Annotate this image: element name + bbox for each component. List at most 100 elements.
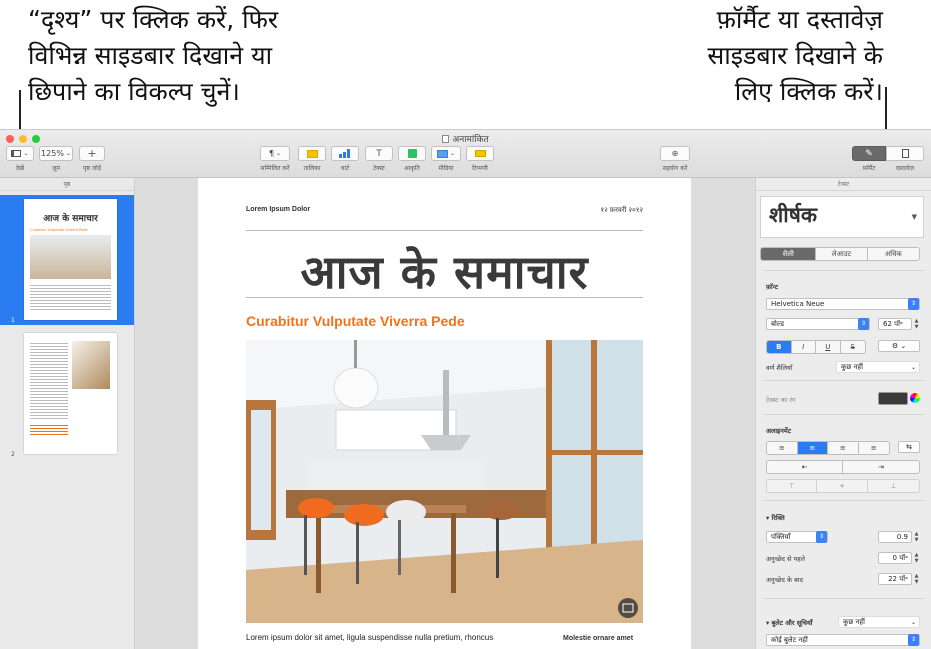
font-family-value: Helvetica Neue: [771, 300, 825, 308]
chevron-down-icon: ⌄: [65, 150, 71, 157]
add-page-control[interactable]: + पृष्ठ जोड़ें: [78, 146, 106, 172]
table-control[interactable]: तालिका: [297, 146, 327, 172]
color-wheel-icon[interactable]: [910, 393, 920, 403]
align-top-button[interactable]: ⊤: [767, 480, 818, 492]
increase-indent-button[interactable]: ⇥: [843, 461, 919, 473]
spacing-value-field[interactable]: 0.9: [878, 531, 912, 543]
comment-control[interactable]: टिप्पणी: [465, 146, 495, 172]
collaborate-control[interactable]: ⊕ सहयोग करें: [658, 146, 692, 172]
text-direction-icon: ⇆: [906, 443, 912, 451]
tab-style[interactable]: शैली: [761, 248, 817, 260]
comment-button[interactable]: [466, 146, 494, 161]
text-control[interactable]: T टेक्स्ट: [364, 146, 394, 172]
shape-control[interactable]: आकृति: [397, 146, 427, 172]
font-family-select[interactable]: Helvetica Neue ⇕: [766, 298, 920, 310]
text-button[interactable]: T: [365, 146, 393, 161]
view-button[interactable]: ⌄: [6, 146, 34, 161]
gear-icon: ⚙ ⌄: [891, 342, 907, 350]
spacing-section-label[interactable]: ▾ रिक्ति: [766, 513, 785, 522]
before-paragraph-stepper[interactable]: ▲ ▼: [913, 552, 920, 564]
thumb-photo: [30, 235, 111, 279]
page-header-left[interactable]: Lorem Ipsum Dolor: [246, 206, 310, 213]
paragraph-style-name: शीर्षक: [769, 203, 817, 227]
kitchen-photo[interactable]: [246, 340, 643, 623]
document-subtitle[interactable]: Curabitur Vulputate Viverra Pede: [246, 313, 465, 329]
media-control[interactable]: ⌄ मीडिया: [430, 146, 462, 172]
indent-buttons: ⇤ ⇥: [766, 460, 920, 474]
media-button[interactable]: ⌄: [431, 146, 461, 161]
document-body-text[interactable]: Lorem ipsum dolor sit amet, ligula suspe…: [246, 633, 493, 642]
before-paragraph-field[interactable]: 0 पॉ॰: [878, 552, 912, 564]
format-callout: फ़ॉर्मैट या दस्तावेज़ साइडबार दिखाने के …: [643, 2, 883, 110]
align-middle-button[interactable]: +: [817, 480, 868, 492]
font-size-value: 62 पॉ॰: [883, 320, 903, 328]
divider: [764, 598, 924, 599]
bullet-type-select[interactable]: कोई बुलेट नहीं ⇕: [766, 634, 920, 646]
before-paragraph-label: अनुच्छेद से पहले: [766, 555, 806, 563]
zoom-control[interactable]: 125% ⌄ ज़ूम: [39, 146, 73, 172]
page-thumbnail-1[interactable]: आज के समाचार Curabitur Vulputate Viverra…: [24, 199, 117, 320]
page-thumbnail-2[interactable]: [24, 333, 117, 454]
callout-line: साइडबार दिखाने के: [707, 41, 883, 70]
thumb-subtitle: Curabitur Vulputate Viverra Pede: [30, 228, 88, 232]
align-left-button[interactable]: ≡: [767, 442, 798, 454]
spacing-mode-select[interactable]: पंक्तियाँ ⇕: [766, 531, 828, 543]
text-color-well[interactable]: [878, 392, 908, 405]
chart-control[interactable]: चार्ट: [330, 146, 360, 172]
paragraph-style-selector[interactable]: शीर्षक ▼: [760, 196, 924, 238]
font-size-field[interactable]: 62 पॉ॰: [878, 318, 912, 330]
popup-arrows-icon: ⇕: [908, 634, 919, 646]
callout-line: “दृश्य” पर क्लिक करें, फिर: [28, 5, 279, 34]
thumb-title: आज के समाचार: [43, 214, 98, 224]
spacing-stepper[interactable]: ▲ ▼: [913, 531, 920, 543]
view-control[interactable]: ⌄ देखें: [5, 146, 35, 172]
document-title[interactable]: आज के समाचार: [246, 240, 643, 302]
text-options-button[interactable]: ⚙ ⌄: [878, 340, 920, 352]
font-size-stepper[interactable]: ▲ ▼: [913, 318, 920, 330]
bullets-preset-select[interactable]: कुछ नहीं ⌄: [838, 616, 920, 628]
zoom-select[interactable]: 125% ⌄: [39, 146, 73, 161]
strikethrough-button[interactable]: S: [841, 341, 865, 353]
document-page[interactable]: Lorem Ipsum Dolor १२ फ़रवरी २०१२ आज के स…: [198, 178, 691, 649]
font-weight-select[interactable]: बोल्ड ⇕: [766, 318, 870, 330]
add-page-button[interactable]: +: [79, 146, 105, 161]
vertical-alignment: ⊤ + ⊥: [766, 479, 920, 493]
collaborate-button[interactable]: ⊕: [660, 146, 690, 161]
document-label: दस्तावेज़: [895, 165, 915, 172]
page-number-1: 1: [11, 317, 15, 324]
after-paragraph-stepper[interactable]: ▲ ▼: [913, 573, 920, 585]
decrease-indent-button[interactable]: ⇤: [767, 461, 843, 473]
justify-button[interactable]: ≡: [859, 442, 889, 454]
bold-button[interactable]: B: [767, 341, 792, 353]
table-button[interactable]: [298, 146, 326, 161]
chart-button[interactable]: [331, 146, 359, 161]
text-direction-button[interactable]: ⇆: [898, 441, 920, 453]
bullets-section-label[interactable]: ▾ बुलेट और सूचियाँ: [766, 618, 812, 627]
underline-button[interactable]: U: [816, 341, 841, 353]
format-control[interactable]: ✎ फ़ॉर्मैट: [852, 146, 886, 172]
font-style-buttons: B I U S: [766, 340, 866, 354]
table-label: तालिका: [303, 165, 321, 172]
italic-button[interactable]: I: [792, 341, 816, 353]
char-styles-select[interactable]: कुछ नहीं ⌄: [836, 361, 920, 373]
disclosure-triangle-icon: ▼: [911, 213, 917, 221]
page-header-right[interactable]: १२ फ़रवरी २०१२: [600, 206, 643, 215]
align-center-button[interactable]: ≡: [797, 442, 828, 454]
align-bottom-button[interactable]: ⊥: [868, 480, 919, 492]
align-right-button[interactable]: ≡: [828, 442, 859, 454]
document-control[interactable]: दस्तावेज़: [886, 146, 924, 172]
tab-layout[interactable]: लेआउट: [816, 248, 868, 260]
format-button[interactable]: ✎: [852, 146, 886, 161]
chevron-down-icon: ⌄: [276, 150, 282, 157]
tab-more[interactable]: अधिक: [868, 248, 919, 260]
paragraph-icon: ¶: [268, 149, 275, 158]
callout-line: छिपाने का विकल्प चुनें।: [28, 77, 240, 106]
after-paragraph-field[interactable]: 22 पॉ॰: [878, 573, 912, 585]
divider: [764, 270, 924, 271]
insert-button[interactable]: ¶ ⌄: [260, 146, 290, 161]
collaborate-icon: ⊕: [671, 149, 679, 158]
insert-control[interactable]: ¶ ⌄ सम्मिलित करें: [256, 146, 294, 172]
shape-button[interactable]: [398, 146, 426, 161]
document-side-heading[interactable]: Molestie ornare amet: [563, 635, 633, 642]
document-button[interactable]: [886, 146, 924, 161]
